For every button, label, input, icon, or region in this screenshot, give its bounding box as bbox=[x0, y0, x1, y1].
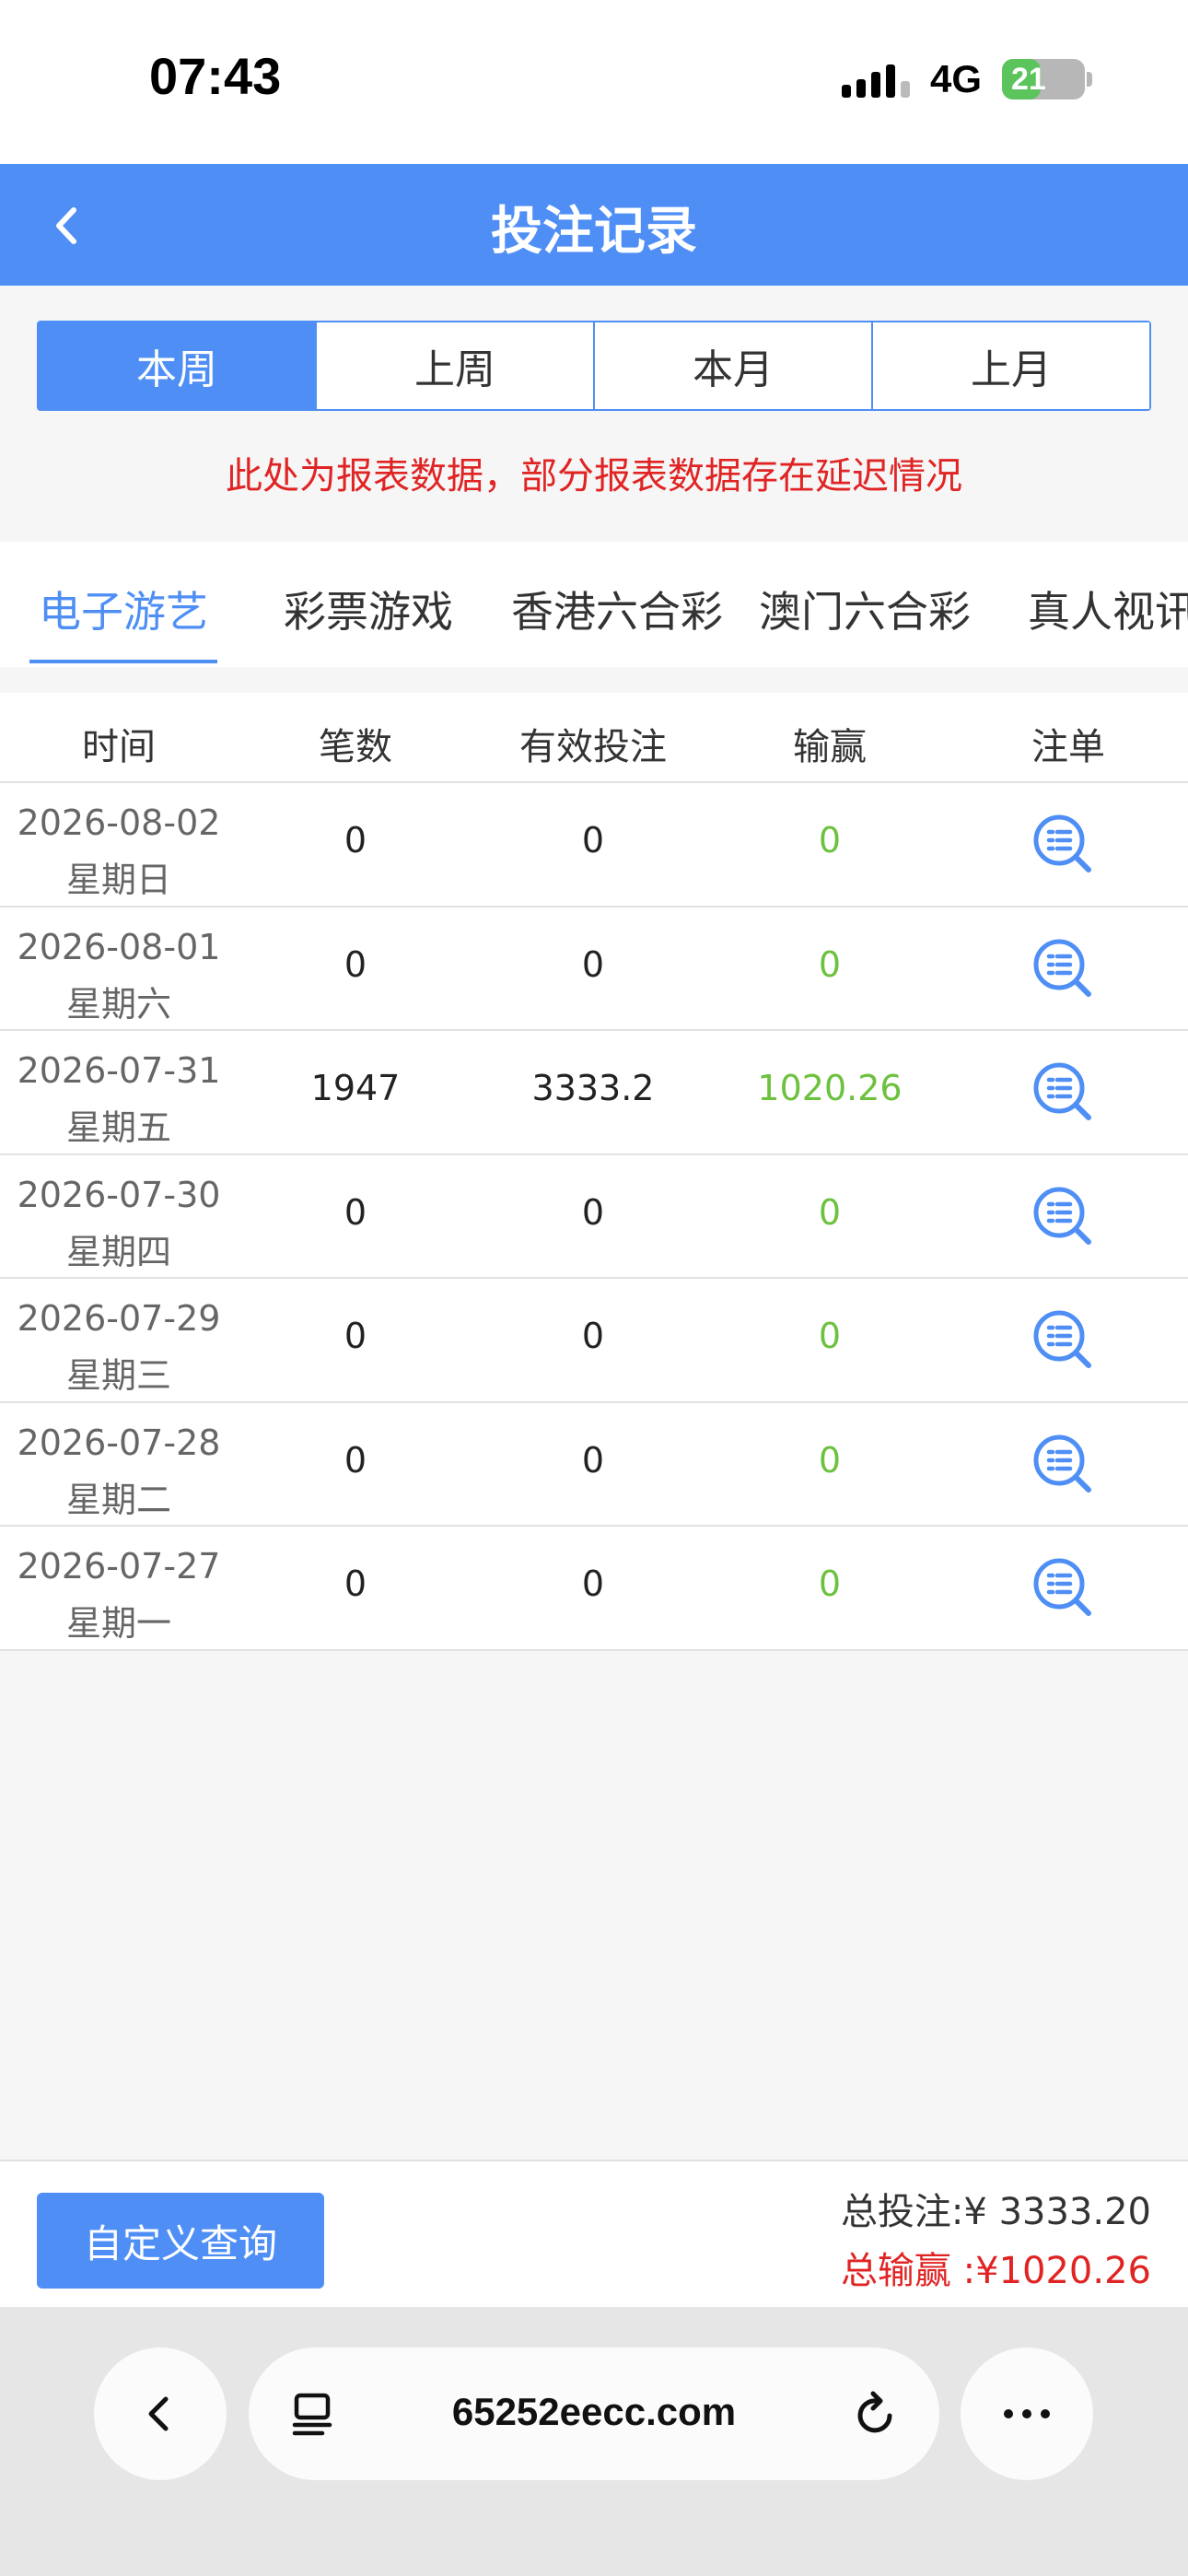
weekday-text: 星期五 bbox=[65, 1107, 171, 1148]
status-time: 07:43 bbox=[149, 47, 282, 105]
table-row: 2026-08-01 星期六 0 0 0 bbox=[0, 907, 1188, 1033]
column-header-time: 时间 bbox=[82, 726, 156, 768]
active-tab-underline bbox=[29, 660, 217, 663]
valid-bet-cell: 0 bbox=[581, 1439, 605, 1481]
page-title: 投注记录 bbox=[491, 202, 697, 262]
custom-query-button[interactable]: 自定义查询 bbox=[37, 2193, 324, 2289]
weekday-text: 星期六 bbox=[65, 983, 171, 1025]
valid-bet-cell: 0 bbox=[581, 820, 605, 861]
date-text: 2026-08-02 bbox=[17, 802, 221, 843]
table-row: 2026-07-30 星期四 0 0 0 bbox=[0, 1155, 1188, 1281]
search-list-icon[interactable] bbox=[1030, 1554, 1096, 1621]
win-loss-cell: 0 bbox=[818, 1191, 842, 1233]
date-cell: 2026-07-30 星期四 bbox=[0, 1166, 238, 1281]
delay-notice: 此处为报表数据，部分报表数据存在延迟情况 bbox=[226, 455, 962, 498]
chevron-left-icon bbox=[148, 2396, 169, 2431]
date-cell: 2026-07-31 星期五 bbox=[0, 1042, 238, 1156]
win-loss-cell: 0 bbox=[818, 1439, 842, 1481]
date-text: 2026-07-29 bbox=[17, 1298, 221, 1339]
table-row: 2026-08-02 星期日 0 0 0 bbox=[0, 783, 1188, 907]
weekday-text: 星期一 bbox=[65, 1603, 171, 1644]
search-list-icon[interactable] bbox=[1030, 811, 1096, 877]
win-loss-cell: 0 bbox=[818, 1563, 842, 1604]
count-cell: 0 bbox=[344, 1191, 367, 1233]
column-header-count: 笔数 bbox=[319, 726, 392, 768]
signal-icon bbox=[841, 61, 910, 98]
browser-back-button[interactable] bbox=[94, 2348, 227, 2480]
tab-last-month[interactable]: 上月 bbox=[871, 322, 1149, 409]
count-cell: 0 bbox=[344, 1316, 367, 1356]
battery-level: 21 bbox=[1011, 61, 1046, 97]
weekday-text: 星期二 bbox=[65, 1479, 171, 1520]
network-label: 4G bbox=[929, 57, 982, 100]
period-tabs: 本周 上周 本月 上月 bbox=[37, 321, 1151, 411]
valid-bet-cell: 0 bbox=[581, 1563, 605, 1604]
date-text: 2026-07-28 bbox=[17, 1422, 221, 1463]
search-list-icon[interactable] bbox=[1030, 1183, 1096, 1249]
table-row: 2026-07-28 星期二 0 0 0 bbox=[0, 1403, 1188, 1528]
category-tab-lottery[interactable]: 彩票游戏 bbox=[284, 579, 453, 639]
table-row: 2026-07-27 星期一 0 0 0 bbox=[0, 1527, 1188, 1651]
total-win-loss: 总输赢 :¥1020.26 bbox=[840, 2250, 1151, 2292]
win-loss-cell: 1020.26 bbox=[757, 1068, 903, 1108]
summary-bar: 自定义查询 总投注:¥ 3333.20 总输赢 :¥1020.26 bbox=[0, 2160, 1188, 2307]
battery-cap bbox=[1087, 72, 1092, 87]
valid-bet-cell: 0 bbox=[581, 943, 605, 985]
valid-bet-cell: 0 bbox=[581, 1191, 605, 1233]
weekday-text: 星期四 bbox=[65, 1231, 171, 1272]
win-loss-cell: 0 bbox=[818, 820, 842, 861]
count-cell: 0 bbox=[344, 820, 367, 861]
category-tab-macau-mark-six[interactable]: 澳门六合彩 bbox=[759, 579, 971, 639]
page-header: 投注记录 bbox=[0, 164, 1188, 286]
date-cell: 2026-07-27 星期一 bbox=[0, 1538, 238, 1652]
count-cell: 0 bbox=[344, 943, 367, 985]
address-bar[interactable]: 65252eecc.com bbox=[249, 2348, 939, 2480]
date-text: 2026-07-31 bbox=[17, 1050, 221, 1091]
total-bet: 总投注:¥ 3333.20 bbox=[840, 2191, 1151, 2233]
url-text: 65252eecc.com bbox=[451, 2390, 737, 2433]
category-tab-electronic[interactable]: 电子游艺 bbox=[39, 579, 208, 639]
table-row: 2026-07-31 星期五 1947 3333.2 1020.26 bbox=[0, 1031, 1188, 1155]
search-list-icon[interactable] bbox=[1030, 1431, 1096, 1497]
count-cell: 0 bbox=[344, 1563, 367, 1604]
report-table: 时间 笔数 有效投注 输赢 注单 2026-08-02 星期日 0 0 0 2026-08… bbox=[0, 693, 1188, 1651]
count-cell: 0 bbox=[344, 1439, 367, 1481]
date-cell: 2026-07-28 星期二 bbox=[0, 1414, 238, 1528]
status-bar: 07:43 4G 21 bbox=[0, 0, 1188, 164]
date-text: 2026-08-01 bbox=[17, 926, 221, 967]
column-header-win-loss: 输赢 bbox=[793, 726, 867, 768]
date-cell: 2026-08-01 星期六 bbox=[0, 919, 238, 1033]
more-button[interactable] bbox=[961, 2348, 1093, 2480]
win-loss-cell: 0 bbox=[818, 943, 842, 985]
search-list-icon[interactable] bbox=[1030, 935, 1096, 1001]
date-text: 2026-07-30 bbox=[17, 1174, 221, 1215]
date-cell: 2026-07-29 星期三 bbox=[0, 1290, 238, 1404]
column-header-valid-bet: 有效投注 bbox=[519, 726, 667, 768]
tab-last-week[interactable]: 上周 bbox=[315, 322, 593, 409]
valid-bet-cell: 0 bbox=[581, 1316, 605, 1356]
browser-toolbar: 65252eecc.com bbox=[0, 2307, 1188, 2576]
weekday-text: 星期三 bbox=[65, 1355, 171, 1396]
count-cell: 1947 bbox=[310, 1068, 401, 1108]
weekday-text: 星期日 bbox=[65, 860, 171, 900]
reload-icon[interactable] bbox=[849, 2388, 903, 2441]
category-tab-hk-mark-six[interactable]: 香港六合彩 bbox=[511, 579, 723, 639]
column-header-bet-slip: 注单 bbox=[1031, 726, 1105, 768]
date-text: 2026-07-27 bbox=[17, 1546, 221, 1587]
category-tab-live-casino[interactable]: 真人视讯 bbox=[1028, 579, 1188, 639]
more-dots-icon bbox=[1004, 2409, 1050, 2418]
date-cell: 2026-08-02 星期日 bbox=[0, 794, 238, 908]
table-header: 时间 笔数 有效投注 输赢 注单 bbox=[0, 693, 1188, 783]
battery-icon: 21 bbox=[1002, 59, 1092, 100]
category-tabs: 电子游艺 彩票游戏 香港六合彩 澳门六合彩 真人视讯 bbox=[0, 542, 1188, 667]
table-row: 2026-07-29 星期三 0 0 0 bbox=[0, 1279, 1188, 1403]
win-loss-cell: 0 bbox=[818, 1316, 842, 1356]
tab-this-week[interactable]: 本周 bbox=[39, 322, 315, 409]
status-indicators: 4G 21 bbox=[841, 57, 1092, 101]
search-list-icon[interactable] bbox=[1030, 1059, 1096, 1125]
tab-this-month[interactable]: 本月 bbox=[593, 322, 871, 409]
valid-bet-cell: 3333.2 bbox=[531, 1068, 655, 1108]
search-list-icon[interactable] bbox=[1030, 1306, 1096, 1373]
